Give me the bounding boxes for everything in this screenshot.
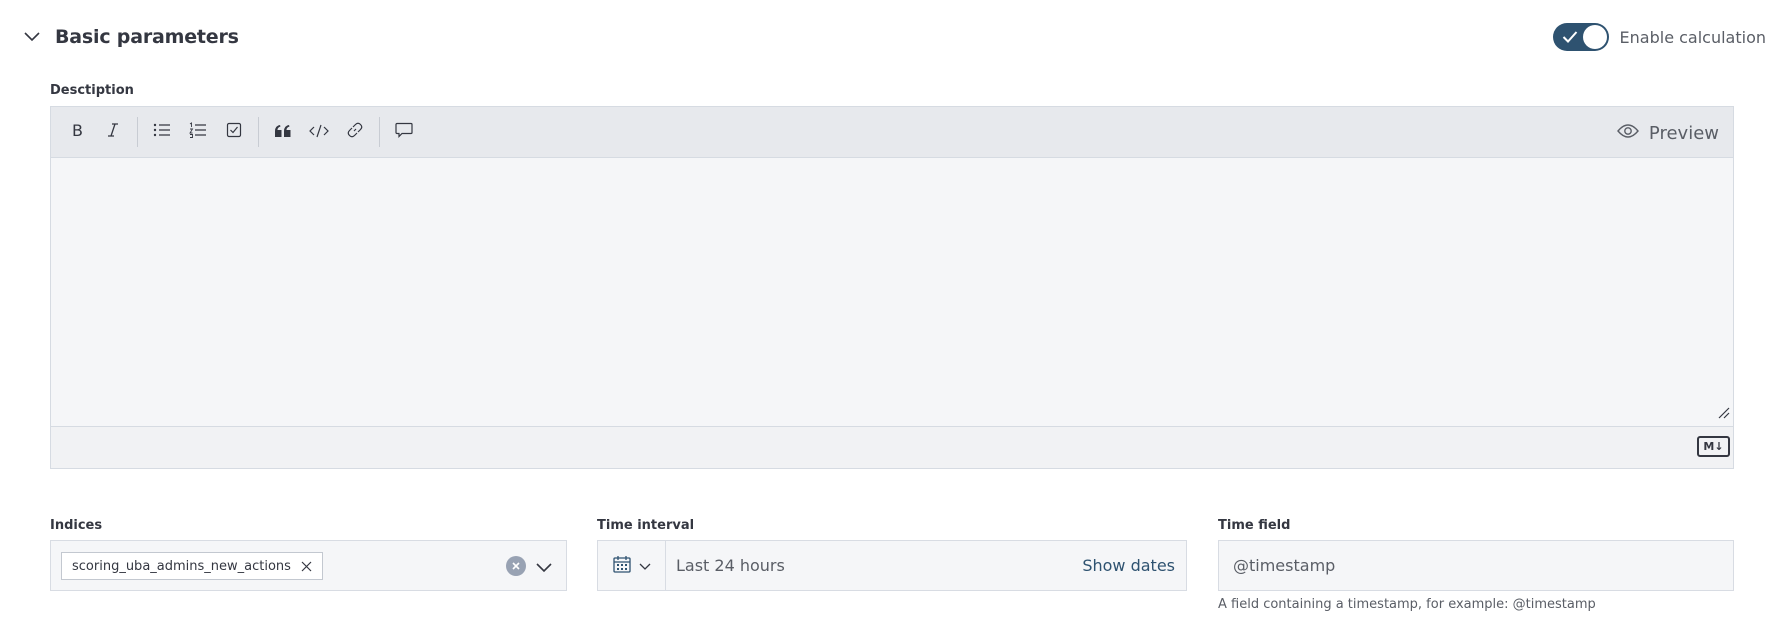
date-quick-select-button[interactable]: [598, 541, 666, 590]
preview-label: Preview: [1648, 122, 1719, 144]
time-interval-label: Time interval: [597, 518, 695, 533]
remove-chip-icon[interactable]: [301, 561, 312, 572]
bold-button[interactable]: B: [59, 114, 95, 150]
link-button[interactable]: [337, 114, 373, 150]
indices-label: Indices: [50, 518, 103, 533]
bullet-list-button[interactable]: [144, 114, 180, 150]
editor-footer: M↓: [51, 426, 1733, 468]
bold-icon: B: [69, 121, 85, 143]
check-icon: [1562, 29, 1578, 48]
code-icon: [309, 123, 329, 142]
resize-handle-icon[interactable]: [1718, 404, 1730, 423]
clear-selection-icon[interactable]: [506, 556, 526, 576]
time-interval-picker: Last 24 hours Show dates: [597, 540, 1187, 591]
indices-combobox[interactable]: scoring_uba_admins_new_actions: [50, 540, 567, 591]
index-chip-label: scoring_uba_admins_new_actions: [72, 558, 291, 574]
section-title: Basic parameters: [55, 26, 239, 48]
code-button[interactable]: [301, 114, 337, 150]
time-interval-value[interactable]: Last 24 hours: [676, 541, 785, 590]
checklist-button[interactable]: [216, 114, 252, 150]
chevron-down-icon: [639, 556, 651, 575]
italic-icon: [105, 121, 121, 143]
time-field-label: Time field: [1218, 518, 1291, 533]
toolbar-divider: [379, 117, 380, 147]
time-field-input[interactable]: @timestamp: [1219, 541, 1733, 590]
toolbar-divider: [258, 117, 259, 147]
italic-button[interactable]: [95, 114, 131, 150]
index-chip: scoring_uba_admins_new_actions: [61, 552, 323, 580]
time-field-input-wrap: @timestamp: [1218, 540, 1734, 591]
editor-toolbar: B Preview: [51, 107, 1733, 158]
markdown-editor: B Preview M↓: [50, 106, 1734, 469]
preview-button[interactable]: Preview: [1617, 115, 1719, 151]
enable-calculation-toggle-wrap: Enable calculation: [1552, 22, 1766, 52]
chevron-down-icon[interactable]: [536, 558, 552, 577]
bullet-list-icon: [153, 122, 171, 142]
quote-button[interactable]: [265, 114, 301, 150]
description-label: Desctiption: [50, 83, 134, 98]
comment-icon: [395, 122, 413, 142]
numbered-list-button[interactable]: [180, 114, 216, 150]
enable-calculation-switch[interactable]: [1552, 23, 1609, 51]
enable-calculation-label: Enable calculation: [1619, 27, 1766, 47]
link-icon: [347, 122, 363, 142]
numbered-list-icon: [189, 122, 207, 142]
quote-icon: [274, 123, 292, 142]
chevron-down-icon: [22, 27, 42, 47]
time-field-help-text: A field containing a timestamp, for exam…: [1218, 597, 1596, 612]
section-toggle[interactable]: Basic parameters: [22, 22, 239, 52]
switch-knob: [1582, 25, 1607, 49]
eye-icon: [1617, 123, 1639, 143]
show-dates-button[interactable]: Show dates: [1082, 541, 1175, 590]
description-textarea[interactable]: [51, 158, 1733, 426]
calendar-icon: [612, 555, 631, 577]
svg-text:B: B: [72, 121, 83, 139]
markdown-icon: M↓: [1697, 436, 1730, 457]
toolbar-divider: [137, 117, 138, 147]
checklist-icon: [226, 122, 242, 142]
comment-button[interactable]: [386, 114, 422, 150]
